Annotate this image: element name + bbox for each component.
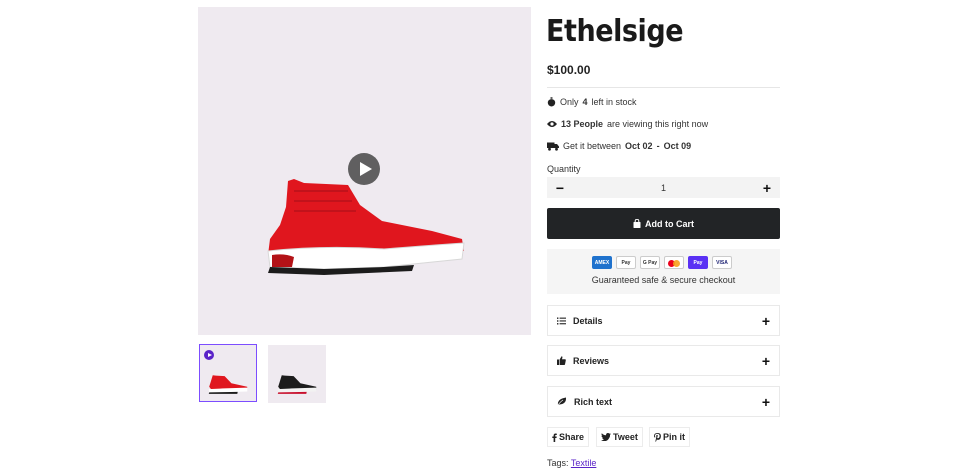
thumbs-up-icon: [557, 356, 566, 365]
stock-prefix: Only: [560, 97, 579, 107]
apple-pay-icon: Pay: [616, 256, 636, 269]
twitter-icon: [601, 433, 611, 441]
delivery-end: Oct 09: [663, 141, 692, 151]
accordion-reviews[interactable]: Reviews +: [547, 345, 780, 376]
thumbnail-black-sneaker[interactable]: [268, 345, 326, 403]
accordion-rich-text-label: Rich text: [574, 396, 613, 407]
quantity-increase-button[interactable]: +: [761, 181, 773, 195]
delivery-sep: -: [656, 141, 660, 151]
viewers-info: 13 People are viewing this right now: [547, 119, 708, 129]
viewers-count: 13 People: [561, 119, 604, 129]
share-facebook-label: Share: [559, 432, 585, 442]
delivery-info: Get it between Oct 02 - Oct 09: [547, 141, 691, 151]
divider: [547, 87, 780, 88]
tag-link-textile[interactable]: Textile: [571, 458, 597, 468]
facebook-icon: [552, 433, 557, 442]
product-price: $100.00: [547, 63, 591, 77]
share-pinterest-button[interactable]: Pin it: [649, 427, 690, 447]
shopping-bag-icon: [633, 219, 641, 228]
tags-label: Tags:: [547, 458, 569, 468]
stock-count: 4: [582, 97, 588, 107]
black-sneaker-thumbnail: [277, 375, 317, 394]
share-twitter-button[interactable]: Tweet: [596, 427, 643, 447]
delivery-prefix: Get it between: [563, 141, 622, 151]
delivery-start: Oct 02: [625, 141, 653, 151]
mastercard-icon: [664, 256, 684, 269]
pinterest-icon: [654, 432, 661, 442]
accordion-details-label: Details: [573, 315, 603, 326]
play-icon: [204, 350, 214, 360]
quantity-input[interactable]: 1: [661, 183, 666, 193]
google-pay-icon: G Pay: [640, 256, 660, 269]
product-main-image[interactable]: [198, 7, 531, 335]
share-twitter-label: Tweet: [613, 432, 638, 442]
shop-pay-icon: Pay: [688, 256, 708, 269]
accordion-reviews-label: Reviews: [573, 355, 610, 366]
quantity-stepper: − 1 +: [547, 177, 780, 198]
truck-icon: [547, 142, 559, 151]
viewers-suffix: are viewing this right now: [607, 119, 709, 129]
expand-plus-icon: +: [761, 352, 770, 369]
payment-icons: AMEX Pay G Pay Pay VISA: [592, 256, 732, 269]
stock-info: Only 4 left in stock: [547, 97, 637, 107]
leaf-icon: [557, 397, 567, 406]
accordion-rich-text[interactable]: Rich text +: [547, 386, 780, 417]
add-to-cart-label: Add to Cart: [645, 218, 694, 229]
stopwatch-icon: [547, 97, 556, 107]
red-sock-sneaker-image: [267, 179, 465, 275]
secure-checkout-text: Guaranteed safe & secure checkout: [591, 275, 736, 285]
list-icon: [557, 317, 566, 324]
amex-icon: AMEX: [592, 256, 612, 269]
play-video-button[interactable]: [348, 153, 380, 185]
share-pinterest-label: Pin it: [663, 432, 685, 442]
quantity-decrease-button[interactable]: −: [554, 181, 566, 195]
expand-plus-icon: +: [761, 312, 770, 329]
quantity-label: Quantity: [547, 164, 581, 174]
add-to-cart-button[interactable]: Add to Cart: [547, 208, 780, 239]
visa-icon: VISA: [712, 256, 732, 269]
secure-checkout-box: AMEX Pay G Pay Pay VISA Guaranteed safe …: [547, 249, 780, 294]
thumbnail-video-red[interactable]: [199, 344, 257, 402]
stock-suffix: left in stock: [591, 97, 637, 107]
product-title: Ethelsige: [546, 14, 684, 49]
accordion-details[interactable]: Details +: [547, 305, 780, 336]
expand-plus-icon: +: [761, 393, 770, 410]
red-sneaker-thumbnail: [208, 375, 248, 394]
share-facebook-button[interactable]: Share: [547, 427, 590, 447]
product-tags: Tags: Textile: [547, 458, 596, 468]
eye-icon: [547, 121, 557, 127]
